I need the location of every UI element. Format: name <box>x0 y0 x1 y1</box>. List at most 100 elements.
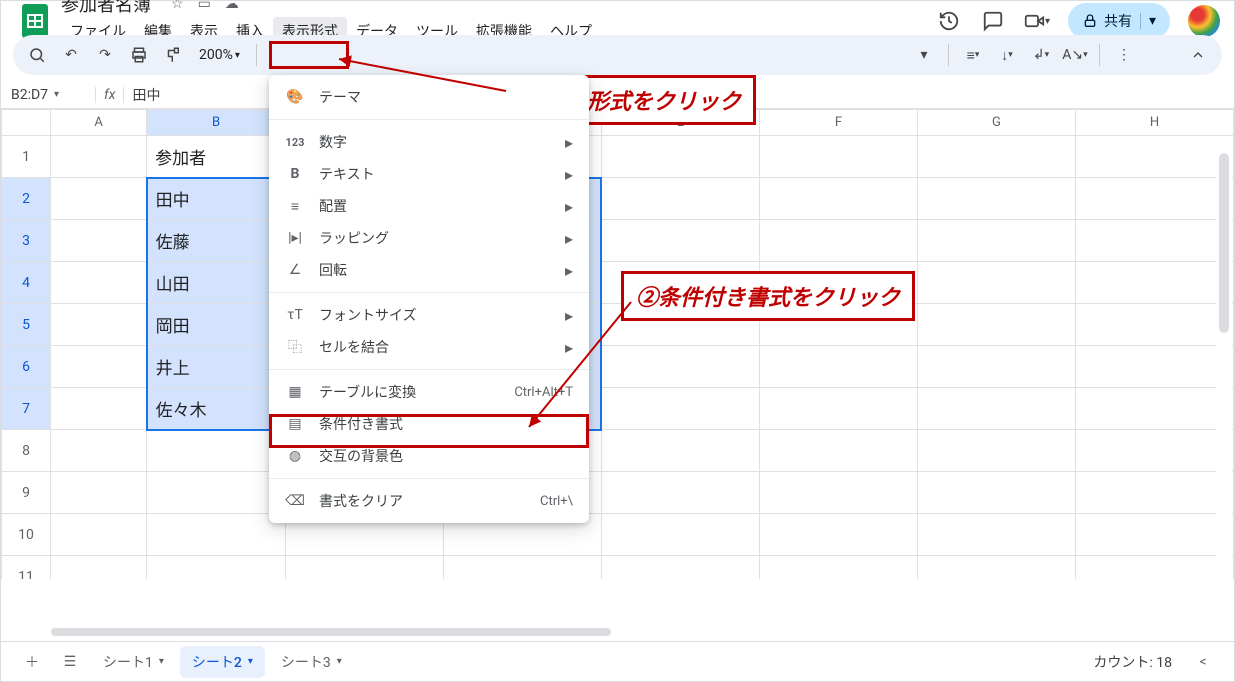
row-header[interactable]: 1 <box>2 136 51 178</box>
row-header[interactable]: 11 <box>2 556 51 580</box>
star-icon[interactable]: ☆ <box>171 0 184 12</box>
horizontal-scrollbar[interactable] <box>51 625 1214 639</box>
cell[interactable] <box>917 220 1075 262</box>
row-header[interactable]: 10 <box>2 514 51 556</box>
add-sheet-button[interactable]: ＋ <box>15 645 49 679</box>
menu-align[interactable]: ≡ 配置 ▸ <box>269 190 589 222</box>
row-header[interactable]: 9 <box>2 472 51 514</box>
cell[interactable] <box>759 430 917 472</box>
cell[interactable] <box>917 556 1075 580</box>
menu-wrap[interactable]: |▸| ラッピング ▸ <box>269 222 589 254</box>
menu-merge[interactable]: ⿻ セルを結合 ▸ <box>269 331 589 363</box>
cell[interactable] <box>601 136 759 178</box>
cell[interactable] <box>1075 556 1233 580</box>
cell[interactable] <box>51 304 147 346</box>
cell[interactable] <box>917 430 1075 472</box>
row-header[interactable]: 3 <box>2 220 51 262</box>
col-header-B[interactable]: B <box>147 110 286 136</box>
cell[interactable] <box>1075 346 1233 388</box>
cell[interactable] <box>147 430 286 472</box>
cell[interactable] <box>443 556 601 580</box>
col-header-G[interactable]: G <box>917 110 1075 136</box>
cell[interactable] <box>1075 472 1233 514</box>
redo-icon[interactable]: ↷ <box>93 43 117 67</box>
cell[interactable] <box>601 220 759 262</box>
formula-bar[interactable]: 田中 <box>124 85 168 105</box>
undo-icon[interactable]: ↶ <box>59 43 83 67</box>
share-button[interactable]: 共有 ▾ <box>1068 3 1170 39</box>
cell[interactable] <box>917 262 1075 304</box>
history-icon[interactable] <box>936 8 962 34</box>
print-icon[interactable] <box>127 43 151 67</box>
select-all-corner[interactable] <box>2 110 51 136</box>
cell[interactable] <box>601 514 759 556</box>
align-icon[interactable]: ≡ ▾ <box>961 43 985 67</box>
name-box[interactable]: B2:D7 ▾ <box>1 87 95 103</box>
cell[interactable]: 参加者 <box>147 136 286 178</box>
cell[interactable] <box>759 556 917 580</box>
cell[interactable] <box>1075 220 1233 262</box>
cell[interactable] <box>1075 178 1233 220</box>
cell[interactable] <box>601 472 759 514</box>
cell[interactable] <box>917 472 1075 514</box>
valign-icon[interactable]: ↓ ▾ <box>995 43 1019 67</box>
meet-icon[interactable]: ▾ <box>1024 8 1050 34</box>
col-header-F[interactable]: F <box>759 110 917 136</box>
menu-theme[interactable]: 🎨 テーマ <box>269 81 589 113</box>
cell[interactable] <box>1075 514 1233 556</box>
cell[interactable] <box>51 262 147 304</box>
cell[interactable] <box>285 556 443 580</box>
cell[interactable] <box>51 472 147 514</box>
cell[interactable] <box>1075 304 1233 346</box>
all-sheets-button[interactable]: ☰ <box>53 645 87 679</box>
menu-to-table[interactable]: ▦ テーブルに変換 Ctrl+Alt+T <box>269 376 589 408</box>
cell[interactable] <box>1075 430 1233 472</box>
cell[interactable]: 井上 <box>147 346 286 388</box>
account-avatar[interactable] <box>1188 5 1220 37</box>
cell[interactable] <box>759 136 917 178</box>
cell[interactable] <box>147 556 286 580</box>
cell[interactable]: 佐藤 <box>147 220 286 262</box>
menu-text[interactable]: B テキスト ▸ <box>269 158 589 190</box>
cell[interactable] <box>51 514 147 556</box>
cell[interactable] <box>51 220 147 262</box>
cell[interactable] <box>1075 388 1233 430</box>
rotate-text-icon[interactable]: A↘ ▾ <box>1063 43 1087 67</box>
cell[interactable] <box>1075 136 1233 178</box>
cell[interactable] <box>601 178 759 220</box>
cell[interactable] <box>759 388 917 430</box>
cell[interactable]: 佐々木 <box>147 388 286 430</box>
cloud-status-icon[interactable]: ☁ <box>225 0 239 12</box>
row-header[interactable]: 2 <box>2 178 51 220</box>
tab-sheet3[interactable]: シート3 ▾ <box>269 646 354 678</box>
cell[interactable]: 岡田 <box>147 304 286 346</box>
cell[interactable] <box>51 556 147 580</box>
menu-alt-colors[interactable]: ◍ 交互の背景色 <box>269 440 589 472</box>
menu-clear-format[interactable]: ⌫ 書式をクリア Ctrl+\ <box>269 485 589 517</box>
cell[interactable] <box>147 472 286 514</box>
paint-format-icon[interactable] <box>161 43 185 67</box>
cell[interactable] <box>51 136 147 178</box>
move-icon[interactable]: ▭ <box>198 0 211 12</box>
spreadsheet-grid[interactable]: A B C D E F G H 1参加者2田中3佐藤4山田5岡田6井上7佐々木8… <box>1 109 1234 579</box>
cell[interactable] <box>917 346 1075 388</box>
cell[interactable] <box>601 430 759 472</box>
cell[interactable]: 田中 <box>147 178 286 220</box>
comment-icon[interactable] <box>980 8 1006 34</box>
more-toolbar-icon[interactable]: ⋮ <box>1112 43 1136 67</box>
row-header[interactable]: 6 <box>2 346 51 388</box>
cell[interactable] <box>601 388 759 430</box>
share-caret-icon[interactable]: ▾ <box>1140 13 1156 29</box>
col-header-H[interactable]: H <box>1075 110 1233 136</box>
cell[interactable] <box>759 514 917 556</box>
insert-link-icon[interactable]: ▾ <box>912 43 936 67</box>
cell[interactable]: 山田 <box>147 262 286 304</box>
cell[interactable] <box>917 304 1075 346</box>
cell[interactable] <box>51 430 147 472</box>
wrap-icon[interactable]: ↲ ▾ <box>1029 43 1053 67</box>
collapse-toolbar-icon[interactable] <box>1186 43 1210 67</box>
cell[interactable] <box>601 346 759 388</box>
cell[interactable] <box>917 514 1075 556</box>
zoom-select[interactable]: 200% ▾ <box>195 47 244 63</box>
cell[interactable] <box>917 136 1075 178</box>
